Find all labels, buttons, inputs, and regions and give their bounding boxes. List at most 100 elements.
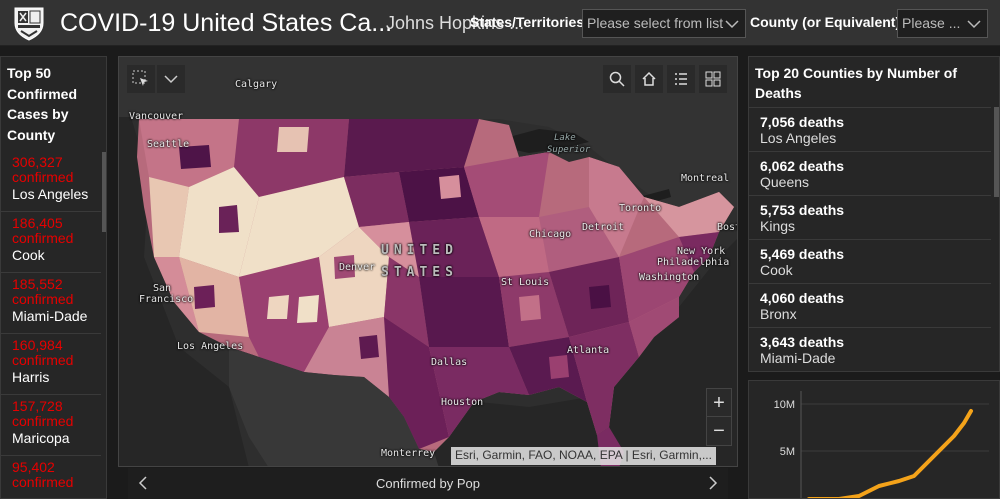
- confirmed-unit: confirmed: [12, 291, 74, 307]
- basemap: [119, 57, 737, 466]
- county-name: Harris: [12, 369, 50, 385]
- scrollbar-thumb[interactable]: [102, 152, 106, 232]
- deaths-list: 7,056 deaths Los Angeles 6,062 deaths Qu…: [749, 107, 991, 371]
- select-tool-menu-button[interactable]: [157, 65, 185, 93]
- county-select-value: Please ...: [902, 15, 961, 31]
- place-label: Calgary: [235, 79, 278, 90]
- confirmed-count: 186,405: [12, 215, 63, 231]
- place-label: Denver: [339, 262, 376, 273]
- confirmed-unit: confirmed: [12, 413, 74, 429]
- place-label: Seattle: [147, 139, 190, 150]
- deaths-count: 6,062 deaths: [760, 158, 845, 174]
- confirmed-unit: confirmed: [12, 230, 74, 246]
- select-cursor-icon: [132, 70, 148, 86]
- place-label: Francisco: [139, 294, 194, 305]
- cases-over-time-chart: 10M 5M: [748, 380, 1000, 499]
- list-item[interactable]: 157,728 confirmed Maricopa: [1, 395, 101, 456]
- states-filter-label: States/Territories: [470, 14, 585, 30]
- list-icon: [675, 73, 687, 85]
- confirmed-list-title: Top 50 Confirmed Cases by County: [7, 65, 77, 143]
- list-item[interactable]: 4,060 deaths Bronx: [749, 283, 991, 327]
- search-button[interactable]: [603, 65, 631, 93]
- county-name: Bronx: [760, 306, 797, 322]
- basemap-gallery-button[interactable]: [699, 65, 727, 93]
- states-select-value: Please select from list: [587, 15, 724, 31]
- map-footer: Confirmed by Pop: [128, 468, 728, 499]
- place-label: Bost: [717, 222, 737, 233]
- dashboard: COVID-19 United States Ca... Johns Hopki…: [0, 0, 1000, 499]
- place-label: Philadelphia: [657, 257, 730, 268]
- map-attribution: Esri, Garmin, FAO, NOAA, EPA | Esri, Gar…: [451, 447, 716, 465]
- chevron-right-icon[interactable]: [708, 476, 718, 490]
- confirmed-count: 95,402: [12, 459, 55, 475]
- place-label: Houston: [441, 397, 484, 408]
- list-item[interactable]: 186,405 confirmed Cook: [1, 212, 101, 273]
- list-item[interactable]: 5,469 deaths Cook: [749, 239, 991, 283]
- confirmed-count: 185,552: [12, 276, 63, 292]
- deaths-count: 4,060 deaths: [760, 290, 845, 306]
- confirmed-unit: confirmed: [12, 169, 74, 185]
- county-select[interactable]: Please ...: [897, 9, 988, 38]
- chevron-down-icon: [164, 75, 178, 84]
- country-label: STATES: [381, 265, 458, 280]
- place-label: Vancouver: [129, 111, 184, 122]
- place-label: Los Angeles: [177, 341, 244, 352]
- water-label: Lake: [554, 133, 576, 143]
- place-label: Washington: [639, 272, 700, 283]
- chevron-down-icon: [967, 20, 981, 29]
- app-title: COVID-19 United States Ca...: [60, 9, 393, 37]
- list-item[interactable]: 3,643 deaths Miami-Dade: [749, 327, 991, 371]
- confirmed-count: 157,728: [12, 398, 63, 414]
- county-name: Maricopa: [12, 430, 70, 446]
- place-label: New York: [677, 246, 726, 257]
- county-name: Los Angeles: [12, 186, 89, 202]
- choropleth-map[interactable]: Calgary Vancouver Seattle Lake Superior …: [118, 56, 738, 467]
- y-tick-label: 10M: [774, 399, 795, 411]
- county-name: Kings: [760, 218, 796, 234]
- search-icon: [609, 71, 625, 87]
- place-label: St Louis: [501, 277, 550, 288]
- select-tool-button[interactable]: [127, 65, 155, 93]
- deaths-count: 5,469 deaths: [760, 246, 845, 262]
- deaths-count: 7,056 deaths: [760, 114, 845, 130]
- grid-icon: [705, 71, 721, 87]
- deaths-list-panel: Top 20 Counties by Number of Deaths 7,05…: [748, 56, 1000, 372]
- list-item[interactable]: 160,984 confirmed Harris: [1, 334, 101, 395]
- water-label: Superior: [547, 145, 591, 155]
- county-name: Cook: [12, 247, 45, 263]
- list-item[interactable]: 306,327 confirmed Los Angeles: [1, 151, 101, 212]
- university-shield-icon: [14, 7, 44, 41]
- list-item[interactable]: 6,062 deaths Queens: [749, 151, 991, 195]
- header-bar: COVID-19 United States Ca... Johns Hopki…: [0, 0, 1000, 46]
- cases-line: [807, 409, 973, 498]
- deaths-count: 3,643 deaths: [760, 334, 845, 350]
- place-label: Atlanta: [567, 345, 610, 356]
- zoom-in-button[interactable]: +: [707, 389, 731, 417]
- confirmed-cases-list-panel: Top 50 Confirmed Cases by County 306,327…: [0, 56, 107, 499]
- county-name: Miami-Dade: [12, 308, 88, 324]
- list-item[interactable]: 95,402 confirmed: [1, 456, 101, 498]
- deaths-count: 5,753 deaths: [760, 202, 845, 218]
- place-label: Monterrey: [381, 448, 436, 459]
- confirmed-unit: confirmed: [12, 474, 74, 490]
- confirmed-count: 306,327: [12, 154, 63, 170]
- legend-button[interactable]: [667, 65, 695, 93]
- county-filter-label: County (or Equivalent): [750, 14, 901, 30]
- list-item[interactable]: 7,056 deaths Los Angeles: [749, 107, 991, 151]
- zoom-control: + −: [706, 388, 732, 446]
- list-item[interactable]: 5,753 deaths Kings: [749, 195, 991, 239]
- zoom-out-button[interactable]: −: [707, 417, 731, 445]
- county-name: Cook: [760, 262, 793, 278]
- county-name: Los Angeles: [760, 130, 837, 146]
- confirmed-unit: confirmed: [12, 352, 74, 368]
- place-label: Dallas: [431, 357, 468, 368]
- states-select[interactable]: Please select from list: [582, 9, 746, 38]
- place-label: Toronto: [619, 203, 662, 214]
- country-label: UNITED: [381, 243, 458, 258]
- scrollbar-thumb[interactable]: [994, 107, 999, 197]
- home-button[interactable]: [635, 65, 663, 93]
- y-tick-label: 5M: [780, 446, 795, 458]
- list-item[interactable]: 185,552 confirmed Miami-Dade: [1, 273, 101, 334]
- county-name: Miami-Dade: [760, 350, 836, 366]
- place-label: San: [153, 283, 172, 294]
